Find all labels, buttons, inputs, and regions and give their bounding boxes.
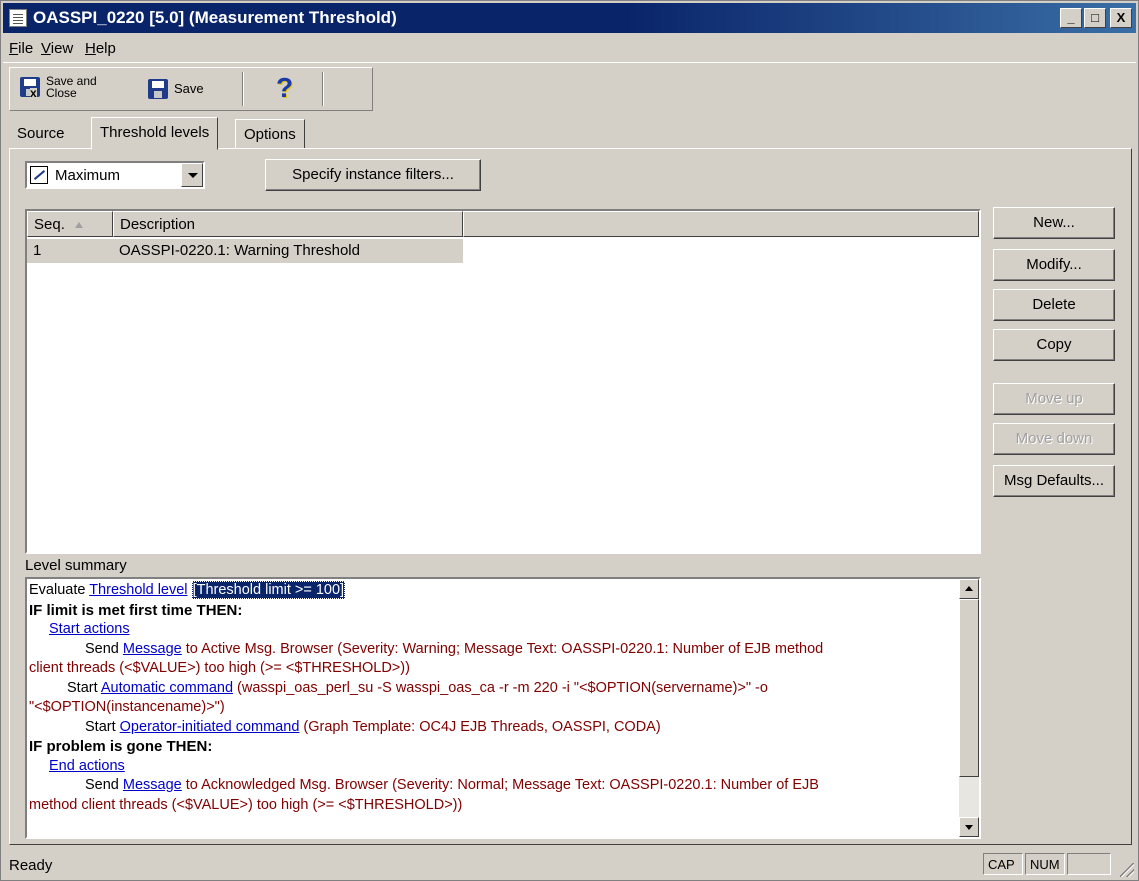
- move-up-button[interactable]: Move up: [993, 383, 1115, 415]
- chevron-down-icon[interactable]: [181, 163, 203, 187]
- maximize-button[interactable]: □: [1084, 8, 1106, 28]
- level-summary-label: Level summary: [25, 557, 127, 574]
- row-seq: 1: [33, 242, 42, 259]
- end-actions-link[interactable]: End actions: [49, 758, 125, 774]
- save-and-close-button[interactable]: x Save and Close: [16, 74, 97, 100]
- menu-bar: File View Help: [3, 35, 1136, 63]
- threshold-limit-selection: [Threshold limit >= 100]: [191, 581, 346, 599]
- list-header: Seq. Description: [27, 211, 979, 237]
- column-header-seq[interactable]: Seq.: [27, 211, 113, 237]
- chart-icon: [30, 166, 48, 184]
- menu-view[interactable]: View: [41, 40, 73, 57]
- threshold-type-value: Maximum: [55, 167, 121, 184]
- sort-ascending-icon: [74, 222, 83, 229]
- new-button[interactable]: New...: [993, 207, 1115, 239]
- threshold-levels-list[interactable]: Seq. Description 1 OASSPI-0220.1: Warnin…: [25, 209, 981, 554]
- scroll-thumb[interactable]: [959, 599, 979, 777]
- status-bar: Ready CAP NUM: [3, 849, 1136, 879]
- resize-grip-icon[interactable]: [1120, 863, 1134, 877]
- copy-button[interactable]: Copy: [993, 329, 1115, 361]
- window-controls: _ □ X: [1060, 8, 1132, 28]
- save-close-icon: x: [16, 74, 42, 100]
- if-met-heading: IF limit is met first time THEN:: [29, 601, 243, 619]
- if-gone-heading: IF problem is gone THEN:: [29, 738, 213, 755]
- column-header-filler: [463, 211, 979, 237]
- minimize-button[interactable]: _: [1060, 8, 1082, 28]
- scroll-lock-indicator: [1067, 853, 1111, 875]
- message-link[interactable]: Message: [123, 641, 182, 657]
- scroll-up-icon[interactable]: [959, 579, 979, 599]
- level-summary-text: Evaluate Threshold level [Threshold limi…: [29, 581, 957, 815]
- menu-file[interactable]: File: [9, 40, 33, 57]
- floppy-disk-icon: [144, 76, 170, 102]
- num-lock-indicator: NUM: [1025, 853, 1065, 875]
- toolbar-separator: [242, 72, 244, 106]
- start-actions-link[interactable]: Start actions: [49, 621, 130, 637]
- table-row[interactable]: 1 OASSPI-0220.1: Warning Threshold: [27, 239, 463, 263]
- operator-initiated-command-link[interactable]: Operator-initiated command: [120, 719, 300, 735]
- window-title: OASSPI_0220 [5.0] (Measurement Threshold…: [33, 8, 397, 27]
- help-icon: ?: [276, 72, 294, 103]
- row-description: OASSPI-0220.1: Warning Threshold: [119, 242, 360, 259]
- save-button[interactable]: Save: [144, 76, 204, 102]
- caps-lock-indicator: CAP: [983, 853, 1023, 875]
- title-bar[interactable]: OASSPI_0220 [5.0] (Measurement Threshold…: [3, 3, 1136, 33]
- delete-button[interactable]: Delete: [993, 289, 1115, 321]
- menu-help[interactable]: Help: [85, 40, 116, 57]
- level-summary-box: Evaluate Threshold level [Threshold limi…: [25, 577, 981, 839]
- document-icon: [9, 9, 27, 27]
- help-button[interactable]: ?: [276, 74, 293, 102]
- app-window: OASSPI_0220 [5.0] (Measurement Threshold…: [0, 0, 1139, 881]
- specify-instance-filters-button[interactable]: Specify instance filters...: [265, 159, 481, 191]
- summary-scrollbar[interactable]: [959, 579, 979, 837]
- threshold-level-link[interactable]: Threshold level: [89, 582, 187, 598]
- tab-threshold-levels[interactable]: Threshold levels: [91, 117, 219, 150]
- close-button[interactable]: X: [1110, 8, 1132, 28]
- status-text: Ready: [9, 857, 53, 874]
- scroll-down-icon[interactable]: [959, 817, 979, 837]
- move-down-button[interactable]: Move down: [993, 423, 1115, 455]
- modify-button[interactable]: Modify...: [993, 249, 1115, 281]
- toolbar: x Save and Close Save ?: [9, 67, 373, 111]
- toolbar-separator: [322, 72, 324, 106]
- message-link[interactable]: Message: [123, 777, 182, 793]
- tab-source[interactable]: Source: [9, 119, 73, 149]
- msg-defaults-button[interactable]: Msg Defaults...: [993, 465, 1115, 497]
- threshold-type-select[interactable]: Maximum: [25, 161, 205, 189]
- tab-options[interactable]: Options: [235, 119, 305, 149]
- automatic-command-link[interactable]: Automatic command: [101, 680, 233, 696]
- column-header-description[interactable]: Description: [113, 211, 463, 237]
